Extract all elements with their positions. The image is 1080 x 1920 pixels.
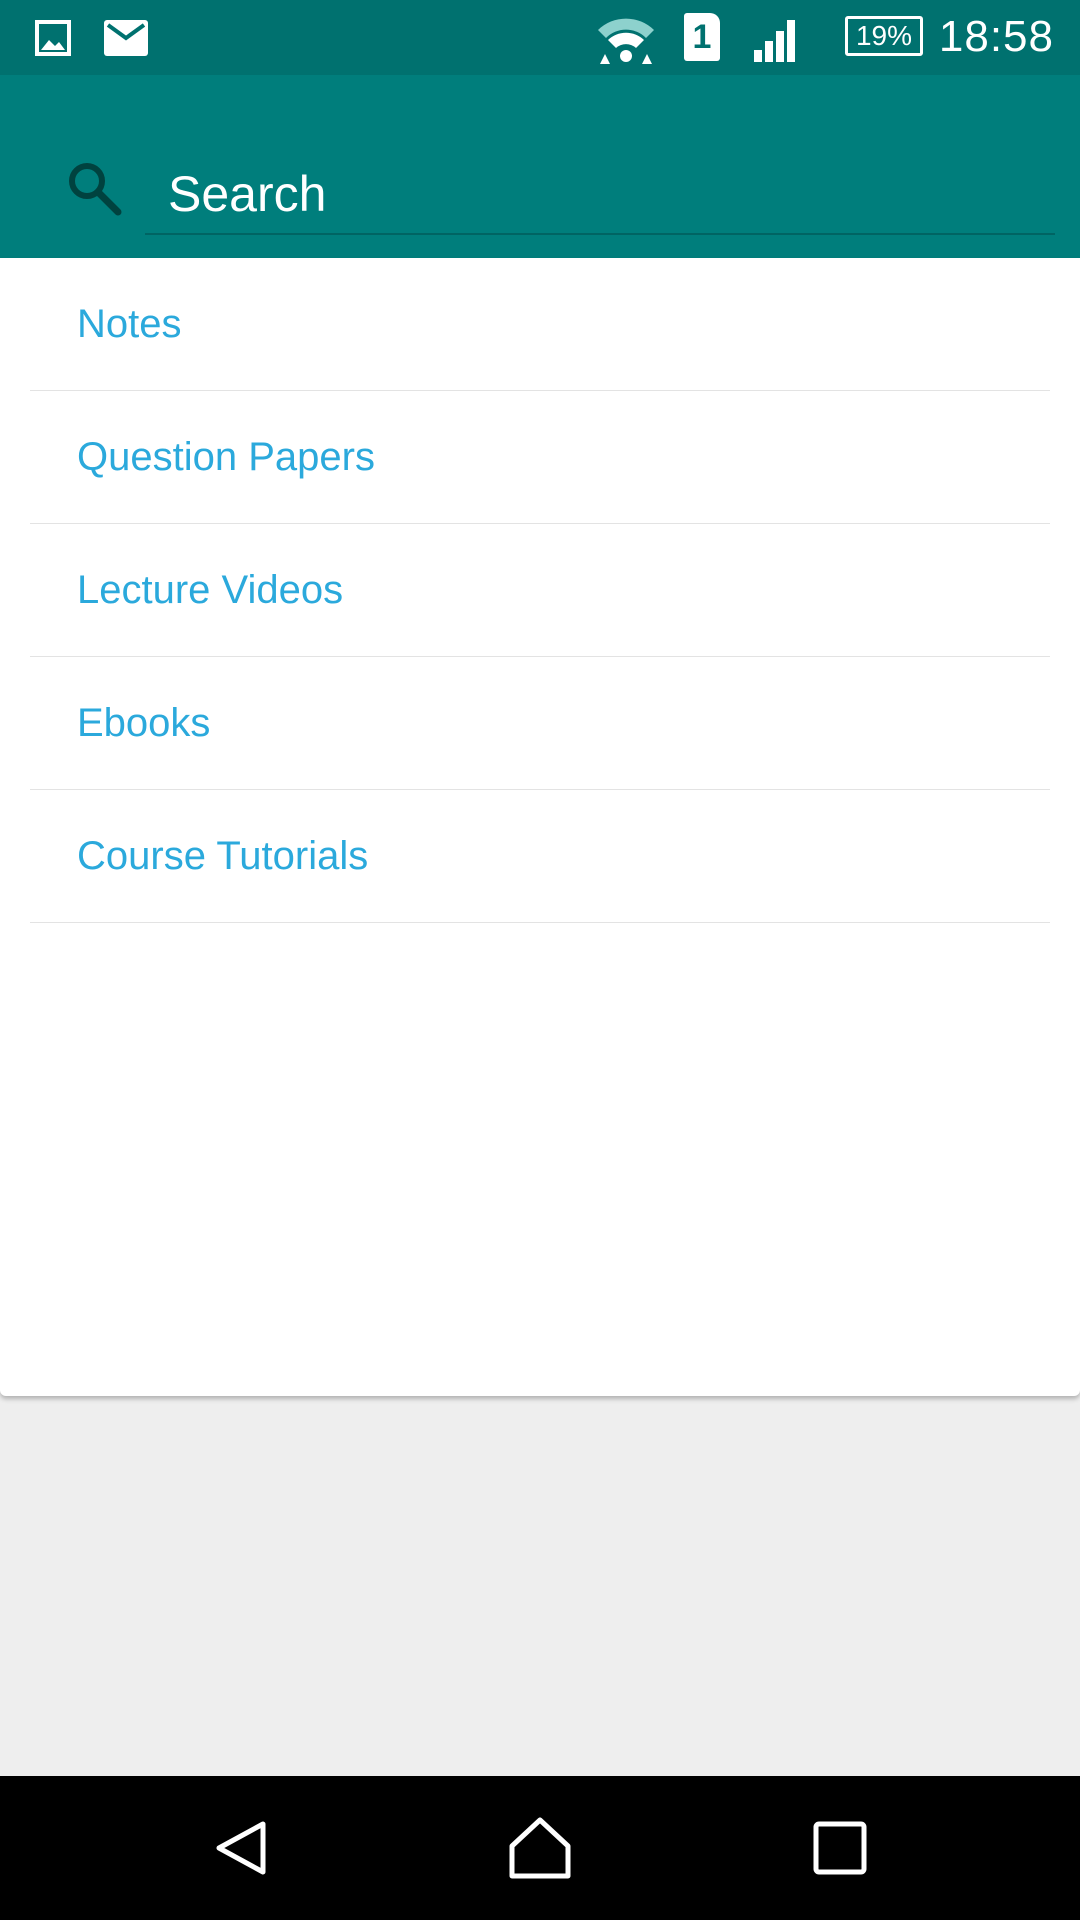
sim-slot-label: 1 <box>692 18 712 56</box>
list-item-question-papers[interactable]: Question Papers <box>30 391 1050 524</box>
image-notification-icon <box>35 20 71 56</box>
home-icon <box>509 1817 571 1879</box>
list-item-label: Lecture Videos <box>77 568 344 612</box>
list-item-course-tutorials[interactable]: Course Tutorials <box>30 790 1050 923</box>
back-icon <box>216 1821 266 1875</box>
back-button[interactable] <box>161 1776 321 1920</box>
list-item-label: Question Papers <box>77 435 375 479</box>
list-item-ebooks[interactable]: Ebooks <box>30 657 1050 790</box>
battery-percent: 19% <box>855 20 913 51</box>
signal-icon <box>754 20 795 62</box>
list-item-label: Notes <box>77 302 182 346</box>
category-panel: Notes Question Papers Lecture Videos Ebo… <box>0 258 1080 1396</box>
list-item-lecture-videos[interactable]: Lecture Videos <box>30 524 1050 657</box>
search-app-bar <box>0 75 1080 258</box>
recents-button[interactable] <box>760 1776 920 1920</box>
list-item-notes[interactable]: Notes <box>30 258 1050 391</box>
navigation-bar <box>0 1776 1080 1920</box>
status-bar: 1 19% 18:58 <box>0 0 1080 75</box>
mail-notification-icon <box>104 20 148 56</box>
sim-1-icon: 1 <box>684 13 720 61</box>
battery-icon: 19% <box>845 16 923 56</box>
recents-icon <box>813 1821 867 1875</box>
list-item-label: Ebooks <box>77 701 211 745</box>
wifi-icon <box>598 18 654 64</box>
home-button[interactable] <box>460 1776 620 1920</box>
category-list: Notes Question Papers Lecture Videos Ebo… <box>30 258 1050 923</box>
status-time: 18:58 <box>938 12 1054 61</box>
list-item-label: Course Tutorials <box>77 834 369 878</box>
search-input[interactable] <box>145 155 1055 235</box>
search-icon <box>69 163 122 216</box>
